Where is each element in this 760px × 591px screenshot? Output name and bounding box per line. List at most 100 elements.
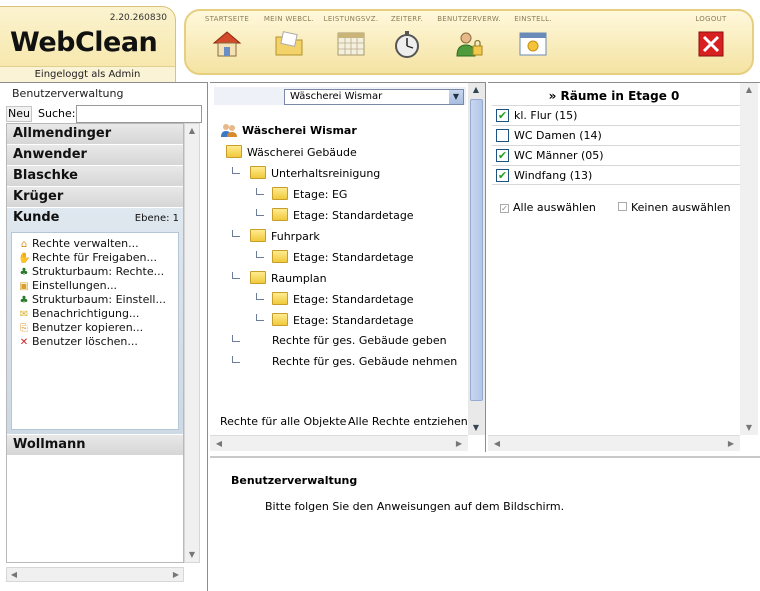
room-label: kl. Flur (15) (514, 109, 578, 122)
user-item-allmendinger[interactable]: Allmendinger (7, 124, 183, 145)
menu-rechte-freigaben[interactable]: ✋ Rechte für Freigaben... (18, 251, 178, 265)
folder-icon (272, 292, 288, 305)
room-list: ✔ kl. Flur (15) WC Damen (14) ✔ WC Männe… (492, 105, 740, 185)
nav-einstell[interactable]: EINSTELL. (500, 15, 566, 59)
room-item[interactable]: WC Damen (14) (492, 125, 740, 145)
scroll-left-icon[interactable]: ◀ (490, 437, 504, 451)
scroll-left-icon[interactable]: ◀ (212, 437, 226, 451)
object-select-bar: Wäscherei Wismar ▼ (214, 87, 466, 105)
nav-label: BENUTZERVERW. (437, 15, 501, 23)
house-icon (212, 31, 242, 57)
chevron-down-icon[interactable]: ▼ (449, 90, 463, 104)
tree-connector (232, 356, 240, 363)
user-item-wollmann[interactable]: Wollmann (7, 435, 183, 456)
menu-einstellungen[interactable]: ▣ Einstellungen... (18, 279, 178, 293)
user-item-kunde[interactable]: Kunde Ebene: 1 ⌂ Rechte verwalten... ✋ Rec… (7, 208, 183, 435)
horizontal-scrollbar[interactable]: ◀ ▶ (6, 567, 184, 582)
calendar-icon (337, 32, 365, 56)
select-all-link[interactable]: ✓ Alle auswählen (500, 201, 596, 214)
vertical-scrollbar[interactable]: ▲ ▼ (740, 83, 758, 435)
scroll-up-icon[interactable]: ▲ (185, 124, 199, 138)
room-checkbox[interactable]: ✔ (496, 149, 509, 162)
user-item-krueger[interactable]: Krüger (7, 187, 183, 208)
checkbox-empty-icon (618, 202, 627, 211)
room-item[interactable]: ✔ Windfang (13) (492, 165, 740, 185)
rights-give-link[interactable]: Rechte für ges. Gebäude geben (272, 334, 447, 347)
new-user-button[interactable]: Neu (6, 106, 32, 122)
settings-icon: ▣ (19, 281, 29, 292)
tree-node-raumplan[interactable]: Raumplan (250, 271, 327, 285)
folder-icon (275, 31, 303, 56)
user-item-anwender[interactable]: Anwender (7, 145, 183, 166)
horizontal-scrollbar[interactable]: ◀ ▶ (488, 435, 740, 451)
panel-title: Benutzerverwaltung (12, 87, 124, 100)
vertical-scrollbar[interactable]: ▲ ▼ (184, 123, 200, 563)
tree-node-etage-std[interactable]: Etage: Standardetage (272, 313, 414, 327)
menu-benutzer-loeschen[interactable]: ✕ Benutzer löschen... (18, 335, 178, 349)
tree-node-etage-eg[interactable]: Etage: EG (272, 187, 347, 201)
nav-mein-webcl[interactable]: MEIN WEBCL. (256, 15, 322, 59)
room-item[interactable]: ✔ WC Männer (05) (492, 145, 740, 165)
user-group-icon (221, 124, 237, 137)
revoke-all-rights-link[interactable]: Alle Rechte entziehen (348, 415, 468, 428)
nav-zeiterf[interactable]: ZEITERF. (374, 15, 440, 59)
menu-rechte-verwalten[interactable]: ⌂ Rechte verwalten... (18, 237, 178, 251)
tree-root[interactable]: Wäscherei Wismar (220, 123, 357, 137)
tree-node-etage-std[interactable]: Etage: Standardetage (272, 208, 414, 222)
horizontal-scrollbar[interactable]: ◀ ▶ (210, 435, 468, 451)
room-label: Windfang (13) (514, 169, 593, 182)
object-select[interactable]: Wäscherei Wismar ▼ (284, 89, 464, 105)
check-icon: ✓ (500, 204, 509, 213)
room-checkbox[interactable]: ✔ (496, 169, 509, 182)
room-checkbox[interactable]: ✔ (496, 109, 509, 122)
nav-label: MEIN WEBCL. (263, 15, 315, 23)
structure-tree-panel: Wäscherei Wismar ▼ Wäscherei Wismar Wäsc… (210, 82, 486, 452)
scroll-left-icon[interactable]: ◀ (7, 568, 21, 582)
menu-benutzer-kopieren[interactable]: ⎘ Benutzer kopieren... (18, 321, 178, 335)
user-item-blaschke[interactable]: Blaschke (7, 166, 183, 187)
scroll-up-icon[interactable]: ▲ (742, 83, 756, 97)
mail-icon: ✉ (19, 309, 29, 320)
info-panel: Benutzerverwaltung Bitte folgen Sie den … (210, 456, 760, 591)
nav-startseite[interactable]: STARTSEITE (194, 15, 260, 59)
delete-icon: ✕ (19, 337, 29, 348)
tree-node-unterhalt[interactable]: Unterhaltsreinigung (250, 166, 380, 180)
vertical-scrollbar[interactable]: ▲ ▼ (468, 83, 485, 435)
tree-connector (256, 293, 264, 300)
tree-connector (232, 167, 240, 174)
rights-all-objects-link[interactable]: Rechte für alle Objekte (220, 415, 346, 428)
nav-benutzerverw[interactable]: BENUTZERVERW. (436, 15, 502, 59)
select-none-link[interactable]: Keinen auswählen (618, 201, 731, 214)
tree-icon: ♣ (19, 267, 29, 278)
menu-strukturbaum-rechte[interactable]: ♣ Strukturbaum: Rechte... (18, 265, 178, 279)
folder-icon (250, 271, 266, 284)
scroll-up-icon[interactable]: ▲ (469, 83, 483, 97)
search-input[interactable] (76, 105, 202, 123)
scroll-down-icon[interactable]: ▼ (742, 421, 756, 435)
menu-strukturbaum-einstell[interactable]: ♣ Strukturbaum: Einstell... (18, 293, 178, 307)
user-level: Ebene: 1 (134, 213, 179, 224)
rights-take-link[interactable]: Rechte für ges. Gebäude nehmen (272, 355, 457, 368)
tree-node-etage-std[interactable]: Etage: Standardetage (272, 250, 414, 264)
tree-node-building[interactable]: Wäscherei Gebäude (226, 145, 357, 159)
scroll-thumb[interactable] (470, 99, 483, 401)
rooms-title: » Räume in Etage 0 (548, 89, 680, 103)
folder-icon (272, 187, 288, 200)
scroll-right-icon[interactable]: ▶ (724, 437, 738, 451)
search-label: Suche: (38, 107, 76, 120)
tree-node-fuhrpark[interactable]: Fuhrpark (250, 229, 320, 243)
scroll-down-icon[interactable]: ▼ (469, 421, 483, 435)
folder-icon (272, 313, 288, 326)
menu-benachrichtigung[interactable]: ✉ Benachrichtigung... (18, 307, 178, 321)
scroll-right-icon[interactable]: ▶ (169, 568, 183, 582)
share-icon: ✋ (18, 253, 31, 264)
room-item[interactable]: ✔ kl. Flur (15) (492, 105, 740, 125)
room-checkbox[interactable] (496, 129, 509, 142)
scroll-right-icon[interactable]: ▶ (452, 437, 466, 451)
tree-connector (256, 314, 264, 321)
scroll-down-icon[interactable]: ▼ (185, 548, 199, 562)
rooms-panel: » Räume in Etage 0 ✔ kl. Flur (15) WC Da… (488, 82, 760, 452)
tree-node-etage-std[interactable]: Etage: Standardetage (272, 292, 414, 306)
user-name: Kunde (13, 210, 60, 225)
nav-logout[interactable]: LOGOUT (678, 15, 744, 59)
